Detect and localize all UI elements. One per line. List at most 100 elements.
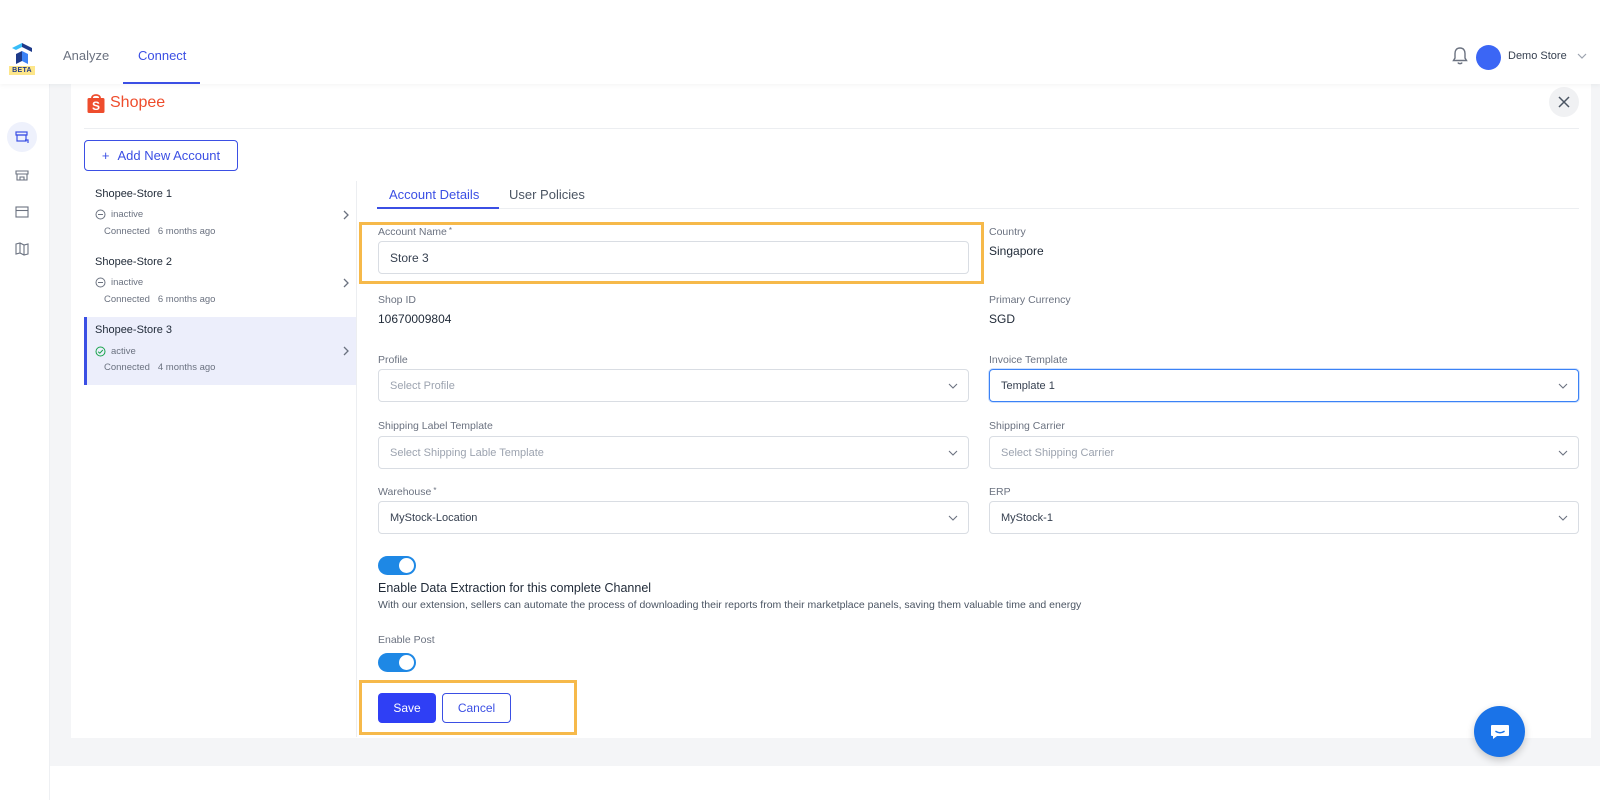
account-name: Shopee-Store 2 xyxy=(95,256,173,268)
channel-name: Shopee xyxy=(110,94,166,111)
inactive-icon xyxy=(95,209,106,220)
tabs-divider xyxy=(377,208,1579,209)
shipping-carrier-label: Shipping Carrier xyxy=(989,420,1065,432)
shipping-carrier-select[interactable]: Select Shipping Carrier xyxy=(989,436,1579,469)
close-button[interactable] xyxy=(1549,87,1579,117)
chat-button[interactable] xyxy=(1474,706,1525,757)
account-status-label: inactive xyxy=(111,209,144,220)
rail-connect-store[interactable] xyxy=(7,122,37,152)
account-connected: Connected 6 months ago xyxy=(104,294,215,305)
beta-badge: BETA xyxy=(9,66,35,75)
top-bar: BETA Analyze Connect Demo Store xyxy=(0,0,1600,84)
account-connected: Connected 6 months ago xyxy=(104,226,215,237)
account-name-label-text: Account Name xyxy=(378,226,447,238)
erp-value: MyStock-1 xyxy=(1001,511,1053,524)
account-item-store-2[interactable]: Shopee-Store 2 inactive Connected 6 mont… xyxy=(84,249,357,317)
data-extraction-toggle[interactable] xyxy=(378,556,416,575)
toggle-knob xyxy=(399,558,414,573)
country-value: Singapore xyxy=(989,244,1044,258)
app-logo[interactable]: BETA xyxy=(9,42,35,76)
svg-text:S: S xyxy=(92,99,100,113)
save-button[interactable]: Save xyxy=(378,693,436,723)
profile-select[interactable]: Select Profile xyxy=(378,369,969,402)
warehouse-value: MyStock-Location xyxy=(390,511,478,524)
account-item-store-3[interactable]: Shopee-Store 3 active Connected 4 months… xyxy=(84,317,357,385)
cancel-button[interactable]: Cancel xyxy=(442,693,511,723)
bell-icon[interactable] xyxy=(1451,46,1469,66)
check-circle-icon xyxy=(95,346,106,357)
invoice-template-select[interactable]: Template 1 xyxy=(989,369,1579,402)
add-new-account-button[interactable]: + Add New Account xyxy=(84,140,238,171)
store-sync-icon xyxy=(15,131,29,143)
account-status: inactive xyxy=(95,277,143,288)
add-new-account-label: Add New Account xyxy=(117,148,221,163)
inactive-icon xyxy=(95,277,106,288)
shop-id-value: 10670009804 xyxy=(378,312,452,326)
shipping-label-template-label: Shipping Label Template xyxy=(378,420,493,432)
active-nav-indicator xyxy=(123,82,200,84)
storefront-icon xyxy=(15,170,29,181)
data-extraction-description: With our extension, sellers can automate… xyxy=(378,599,1082,611)
account-name-label: Account Name * xyxy=(378,226,452,238)
account-item-store-1[interactable]: Shopee-Store 1 inactive Connected 6 mont… xyxy=(84,181,357,249)
account-status: active xyxy=(95,346,136,357)
rail-shop[interactable] xyxy=(7,197,37,227)
chevron-down-icon xyxy=(1558,450,1568,456)
connected-label: Connected xyxy=(104,362,150,373)
tab-user-policies[interactable]: User Policies xyxy=(509,187,585,202)
chevron-down-icon xyxy=(948,450,958,456)
profile-label: Profile xyxy=(378,354,408,366)
store-name[interactable]: Demo Store xyxy=(1508,50,1567,62)
connected-ago: 4 months ago xyxy=(157,362,216,373)
account-status: inactive xyxy=(95,209,143,220)
country-label: Country xyxy=(989,226,1026,238)
toggle-knob xyxy=(399,655,414,670)
invoice-template-label: Invoice Template xyxy=(989,354,1068,366)
warehouse-label: Warehouse * xyxy=(378,486,436,498)
account-status-label: inactive xyxy=(111,277,144,288)
account-name: Shopee-Store 1 xyxy=(95,188,173,200)
enable-post-label: Enable Post xyxy=(378,634,435,646)
shipping-label-template-select[interactable]: Select Shipping Lable Template xyxy=(378,436,969,469)
warehouse-select[interactable]: MyStock-Location xyxy=(378,501,969,534)
data-extraction-title: Enable Data Extraction for this complete… xyxy=(378,581,652,595)
chevron-right-icon xyxy=(343,210,349,220)
map-icon xyxy=(15,242,29,256)
chevron-right-icon xyxy=(343,346,349,356)
account-name-input[interactable]: Store 3 xyxy=(378,241,969,274)
shopee-bag-icon: S xyxy=(87,94,105,113)
warehouse-label-text: Warehouse xyxy=(378,486,432,498)
side-rail xyxy=(0,84,50,800)
plus-icon: + xyxy=(101,148,110,163)
channel-header: S Shopee xyxy=(86,90,165,116)
chat-icon xyxy=(1490,724,1509,739)
shipping-carrier-placeholder: Select Shipping Carrier xyxy=(1001,446,1115,459)
account-name: Shopee-Store 3 xyxy=(95,324,173,336)
chevron-down-icon[interactable] xyxy=(1577,51,1587,61)
shop-id-label: Shop ID xyxy=(378,294,416,306)
rail-map[interactable] xyxy=(7,234,37,264)
required-marker: * xyxy=(433,486,437,495)
tab-account-details[interactable]: Account Details xyxy=(389,187,479,202)
erp-select[interactable]: MyStock-1 xyxy=(989,501,1579,534)
primary-currency-value: SGD xyxy=(989,312,1016,326)
connected-ago: 6 months ago xyxy=(157,294,216,305)
avatar[interactable] xyxy=(1476,45,1501,70)
chevron-right-icon xyxy=(343,278,349,288)
account-status-label: active xyxy=(111,346,136,357)
nav-connect[interactable]: Connect xyxy=(138,48,186,63)
account-list: Shopee-Store 1 inactive Connected 6 mont… xyxy=(84,181,357,385)
connected-label: Connected xyxy=(104,226,150,237)
connected-label: Connected xyxy=(104,294,150,305)
required-marker: * xyxy=(448,226,452,235)
enable-post-toggle[interactable] xyxy=(378,653,416,672)
nav-analyze[interactable]: Analyze xyxy=(63,48,109,63)
account-connected: Connected 4 months ago xyxy=(104,362,215,373)
rail-storefront[interactable] xyxy=(7,160,37,190)
chevron-down-icon xyxy=(1558,383,1568,389)
invoice-template-value: Template 1 xyxy=(1001,379,1055,392)
connected-ago: 6 months ago xyxy=(157,226,216,237)
shipping-label-template-placeholder: Select Shipping Lable Template xyxy=(390,446,544,459)
shop-icon xyxy=(15,206,29,218)
active-tab-indicator xyxy=(377,207,499,209)
